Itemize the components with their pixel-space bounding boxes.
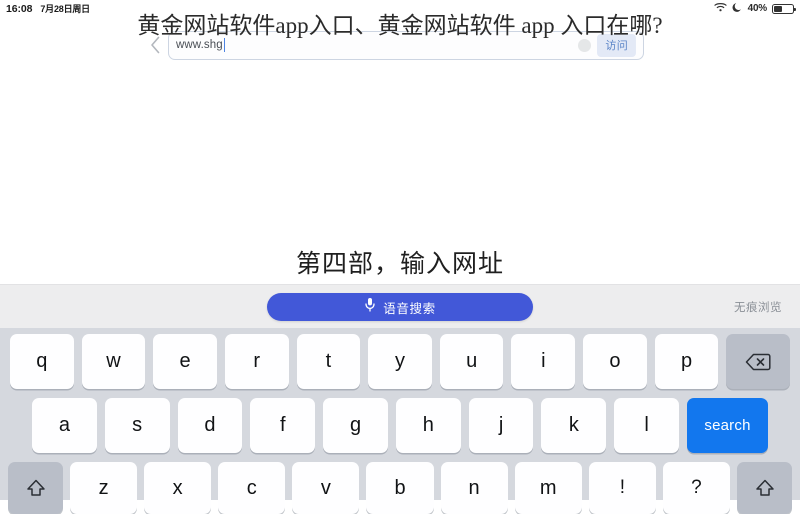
voice-search-button[interactable]: 语音搜索 [267,293,533,321]
keyboard-row-1: qwertyuiop [4,334,796,389]
text-caret [223,38,226,52]
url-text: www.shg [176,39,223,51]
key-o[interactable]: o [583,334,647,389]
microphone-icon [364,297,376,317]
battery-percent: 40% [747,3,768,14]
status-bar: 16:08 7月28日周日 40% [0,0,800,17]
keyboard-row-3: z x c v b n m!? [4,462,796,514]
on-screen-keyboard: q w e r t y u i o p a s d f g h j k l search z x c v b n m!? [0,328,800,514]
key-d[interactable]: d [177,398,243,453]
status-time: 16:08 [6,3,33,15]
status-date: 7月28日周日 [40,4,90,14]
key-k[interactable]: k [541,398,607,453]
key-search[interactable]: search [687,398,768,453]
browser-toolbar: 语音搜索 无痕浏览 [0,284,800,329]
incognito-label[interactable]: 无痕浏览 [734,299,782,315]
key-shift-right[interactable] [737,462,793,514]
key-backspace[interactable] [726,334,791,389]
key-t[interactable]: t [296,334,361,389]
key-s[interactable]: s [104,398,170,453]
key-a[interactable]: a [32,398,97,453]
key-shift-left[interactable] [7,462,64,514]
status-left: 16:08 7月28日周日 [6,2,90,15]
keyboard-row-2: a s d f g h j k l search [4,398,796,453]
key-r[interactable]: r [224,334,289,389]
crescent-moon-icon [732,2,743,16]
key-j[interactable]: j [468,398,534,453]
key-f[interactable]: f [250,398,316,453]
status-right: 40% [713,2,797,16]
key-question[interactable]: ? [662,462,730,514]
key-v[interactable]: v [292,462,360,514]
key-b[interactable]: b [366,462,434,514]
battery-fill [774,5,783,12]
voice-search-label: 语音搜索 [383,301,436,316]
key-q[interactable]: q [9,334,74,389]
key-x[interactable]: x [144,462,212,514]
backspace-icon [745,353,771,370]
key-u[interactable]: u [439,334,504,389]
instruction-caption: 第四部，输入网址 [295,251,504,278]
key-e[interactable]: e [153,334,217,389]
battery-icon [772,3,797,14]
shift-icon [755,479,774,496]
browser-page: www.shg 访问 [0,0,800,280]
key-l[interactable]: l [614,398,680,453]
key-y[interactable]: y [368,334,432,389]
key-z[interactable]: z [70,462,138,514]
key-m[interactable]: m [514,462,582,514]
key-p[interactable]: p [654,334,719,389]
shift-icon [26,479,45,496]
clear-circle-icon[interactable] [578,38,592,52]
key-c[interactable]: c [218,462,286,514]
wifi-icon [713,2,727,15]
key-exclamation[interactable]: ! [588,462,656,514]
key-g[interactable]: g [323,398,388,453]
key-i[interactable]: i [511,334,576,389]
key-h[interactable]: h [395,398,461,453]
key-w[interactable]: w [81,334,146,389]
key-n[interactable]: n [440,462,508,514]
